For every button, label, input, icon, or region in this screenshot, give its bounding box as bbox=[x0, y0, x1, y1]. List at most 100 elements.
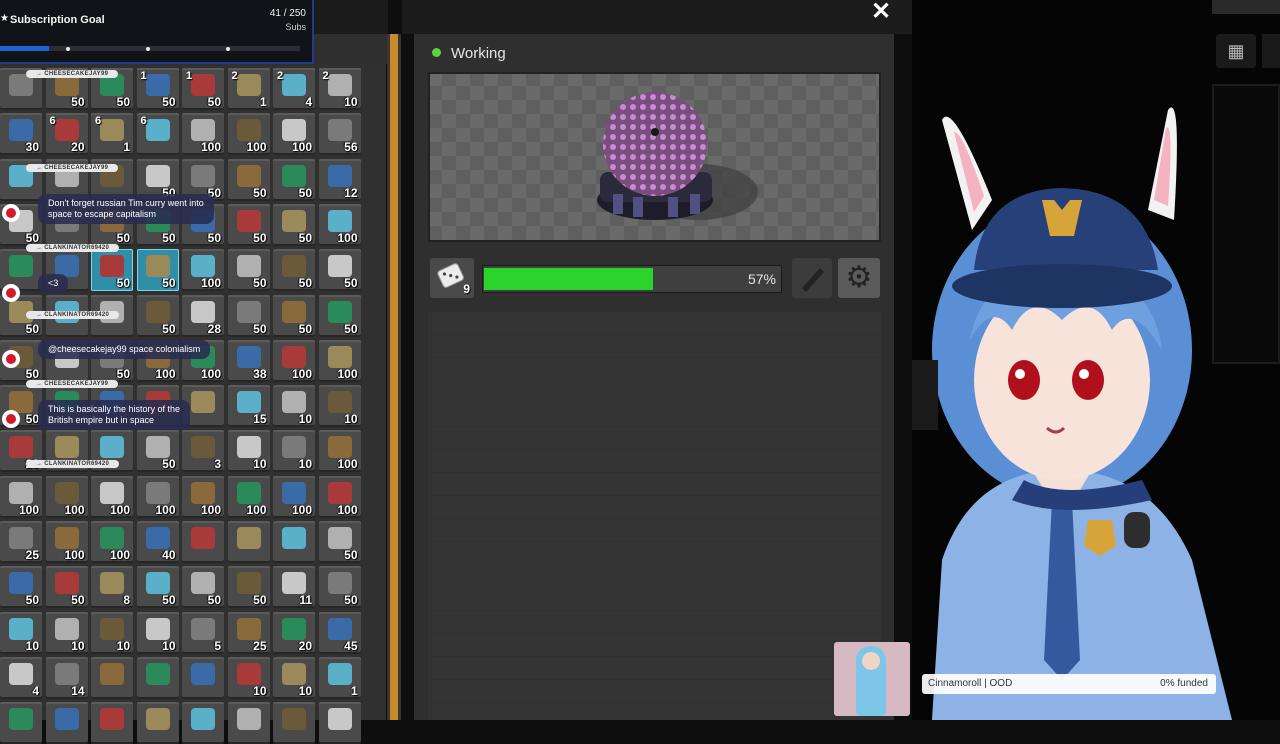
item-icon bbox=[9, 119, 33, 142]
inventory-scrollbar[interactable] bbox=[387, 34, 401, 720]
inventory-slot[interactable]: 10 bbox=[273, 385, 315, 428]
inventory-slot[interactable]: 50 bbox=[273, 249, 315, 292]
inventory-slot[interactable] bbox=[182, 702, 224, 744]
inventory-slot[interactable] bbox=[91, 702, 133, 744]
inventory-slot[interactable]: 10 bbox=[318, 385, 361, 428]
inventory-slot[interactable]: 100 bbox=[318, 475, 361, 518]
inventory-slot[interactable]: 10 bbox=[136, 611, 179, 654]
inventory-slot[interactable] bbox=[182, 656, 224, 699]
inventory-slot[interactable]: 10 bbox=[227, 656, 270, 699]
inventory-slot[interactable]: 45 bbox=[318, 611, 361, 654]
inventory-slot[interactable]: 10 bbox=[91, 611, 133, 654]
inventory-slot[interactable]: 100 bbox=[318, 430, 361, 473]
inventory-slot[interactable]: 15 bbox=[227, 385, 270, 428]
inventory-slot[interactable]: 14 bbox=[45, 656, 88, 699]
inventory-slot[interactable]: 50 bbox=[136, 430, 179, 473]
inventory-slot[interactable] bbox=[182, 521, 224, 563]
inventory-slot[interactable]: 40 bbox=[136, 521, 179, 563]
inventory-slot[interactable]: 42 bbox=[273, 68, 315, 110]
inventory-slot[interactable]: 12 bbox=[227, 68, 270, 110]
inventory-slot[interactable] bbox=[318, 702, 361, 744]
inventory-slot[interactable]: 10 bbox=[273, 430, 315, 473]
inventory-slot[interactable]: 100 bbox=[273, 339, 315, 382]
inventory-slot[interactable]: 1 bbox=[318, 656, 361, 699]
inventory-slot[interactable]: 20 6 bbox=[45, 113, 88, 156]
inventory-slot[interactable]: 50 bbox=[0, 566, 42, 609]
inventory-slot[interactable]: 10 bbox=[227, 430, 270, 473]
inventory-slot[interactable]: 50 bbox=[136, 294, 179, 337]
inventory-slot[interactable] bbox=[0, 702, 42, 744]
inventory-slot[interactable] bbox=[273, 521, 315, 563]
inventory-slot[interactable]: 100 bbox=[318, 339, 361, 382]
inventory-slot[interactable]: 100 bbox=[182, 249, 224, 292]
inventory-slot[interactable]: 50 1 bbox=[136, 68, 179, 110]
inventory-slot[interactable]: 6 bbox=[136, 113, 179, 156]
inventory-slot[interactable]: 5 bbox=[182, 611, 224, 654]
inventory-slot[interactable] bbox=[227, 702, 270, 744]
inventory-slot[interactable]: 100 bbox=[182, 475, 224, 518]
inventory-slot[interactable]: 50 bbox=[227, 158, 270, 201]
item-icon bbox=[191, 572, 215, 595]
inventory-slot[interactable] bbox=[273, 702, 315, 744]
inventory-slot[interactable]: 50 bbox=[227, 249, 270, 292]
inventory-slot[interactable]: 50 bbox=[136, 249, 179, 292]
inventory-slot[interactable]: 100 bbox=[91, 521, 133, 563]
inventory-slot[interactable] bbox=[45, 702, 88, 744]
inventory-slot[interactable]: 50 bbox=[318, 566, 361, 609]
inventory-slot[interactable]: 3 bbox=[182, 430, 224, 473]
inventory-slot[interactable]: 50 bbox=[182, 566, 224, 609]
inventory-slot[interactable]: 50 bbox=[136, 566, 179, 609]
inventory-slot[interactable]: 10 bbox=[273, 656, 315, 699]
inventory-slot[interactable]: 16 bbox=[91, 113, 133, 156]
inventory-slot[interactable] bbox=[227, 521, 270, 563]
inventory-slot[interactable]: 100 bbox=[91, 475, 133, 518]
inventory-slot[interactable] bbox=[136, 656, 179, 699]
module-slot[interactable] bbox=[792, 258, 832, 298]
inventory-slot[interactable]: 4 bbox=[0, 656, 42, 699]
gear-icon[interactable]: ⚙ bbox=[838, 258, 880, 298]
inventory-slot[interactable]: 50 bbox=[45, 566, 88, 609]
ingredient-slot[interactable]: 9 bbox=[430, 258, 474, 298]
inventory-slot[interactable]: 38 bbox=[227, 339, 270, 382]
inventory-slot[interactable]: 30 bbox=[0, 113, 42, 156]
inventory-slot[interactable]: 10 bbox=[0, 611, 42, 654]
inventory-slot[interactable]: 100 bbox=[227, 475, 270, 518]
inventory-slot[interactable] bbox=[91, 656, 133, 699]
inventory-slot[interactable]: 10 2 bbox=[318, 68, 361, 110]
inventory-slot[interactable]: 100 bbox=[273, 113, 315, 156]
inventory-slot[interactable]: 100 bbox=[45, 521, 88, 563]
scrollbar-thumb[interactable] bbox=[390, 34, 398, 720]
inventory-slot[interactable]: 50 bbox=[318, 249, 361, 292]
inventory-slot[interactable]: 100 bbox=[227, 113, 270, 156]
inventory-slot[interactable]: 56 bbox=[318, 113, 361, 156]
close-icon[interactable]: ✕ bbox=[868, 0, 894, 26]
map-button-extra[interactable] bbox=[1262, 34, 1280, 68]
inventory-slot[interactable]: 50 bbox=[318, 521, 361, 563]
inventory-slot[interactable]: 100 bbox=[273, 475, 315, 518]
inventory-slot[interactable]: 100 bbox=[318, 203, 361, 246]
inventory-slot[interactable]: 50 1 bbox=[182, 68, 224, 110]
inventory-slot[interactable]: 100 bbox=[136, 475, 179, 518]
inventory-slot[interactable]: 50 bbox=[91, 249, 133, 292]
inventory-slot[interactable]: 100 bbox=[182, 113, 224, 156]
item-icon bbox=[100, 436, 124, 459]
inventory-slot[interactable]: 12 bbox=[318, 158, 361, 201]
inventory-slot[interactable]: 100 bbox=[0, 475, 42, 518]
inventory-slot[interactable]: 20 bbox=[273, 611, 315, 654]
inventory-slot[interactable]: 50 bbox=[273, 294, 315, 337]
inventory-slot[interactable]: 8 bbox=[91, 566, 133, 609]
inventory-slot[interactable]: 50 bbox=[227, 294, 270, 337]
inventory-slot[interactable]: 50 bbox=[318, 294, 361, 337]
inventory-slot[interactable]: 28 bbox=[182, 294, 224, 337]
inventory-slot[interactable]: 25 bbox=[0, 521, 42, 563]
map-grid-icon[interactable]: ▦ bbox=[1216, 34, 1256, 68]
inventory-slot[interactable]: 50 bbox=[227, 203, 270, 246]
inventory-slot[interactable]: 50 bbox=[273, 158, 315, 201]
inventory-slot[interactable]: 25 bbox=[227, 611, 270, 654]
inventory-slot[interactable]: 50 bbox=[273, 203, 315, 246]
inventory-slot[interactable]: 10 bbox=[45, 611, 88, 654]
inventory-slot[interactable]: 100 bbox=[45, 475, 88, 518]
inventory-slot[interactable]: 11 bbox=[273, 566, 315, 609]
inventory-slot[interactable] bbox=[136, 702, 179, 744]
inventory-slot[interactable]: 50 bbox=[227, 566, 270, 609]
